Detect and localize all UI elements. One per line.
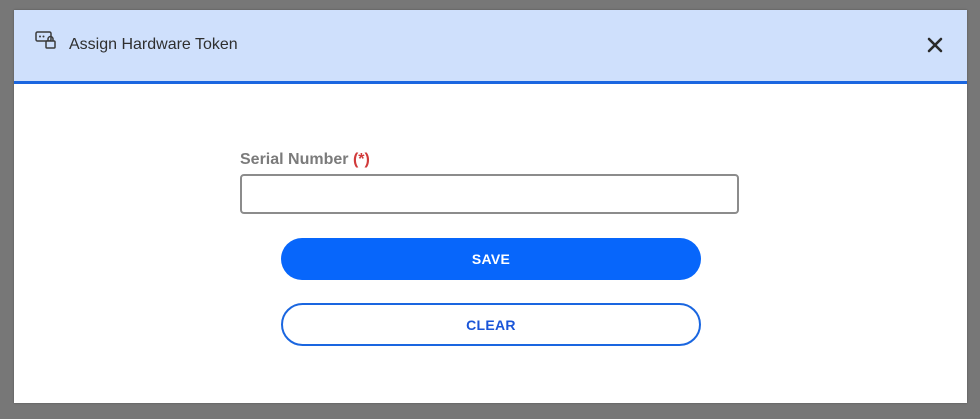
clear-button[interactable]: CLEAR xyxy=(281,303,701,346)
dialog-header: Assign Hardware Token xyxy=(14,10,967,84)
serial-number-label-text: Serial Number xyxy=(240,151,349,168)
serial-number-label: Serial Number (*) xyxy=(240,151,370,169)
hardware-token-icon xyxy=(35,31,57,49)
close-icon[interactable] xyxy=(922,32,948,58)
assign-hardware-token-dialog: Assign Hardware Token Serial Number (*) … xyxy=(14,10,967,403)
required-marker: (*) xyxy=(352,151,370,168)
serial-number-input[interactable] xyxy=(240,174,739,214)
dialog-title: Assign Hardware Token xyxy=(69,36,238,53)
save-button[interactable]: SAVE xyxy=(281,238,701,280)
